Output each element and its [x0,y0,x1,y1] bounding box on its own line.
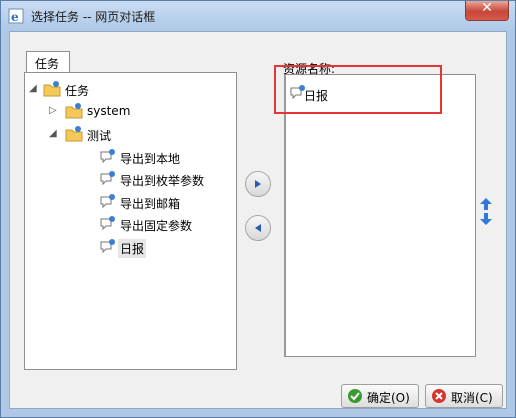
tab-label: 任务 [35,57,60,71]
folder-icon [65,103,83,119]
expanded-arrow-icon[interactable]: ◢ [29,84,39,94]
arrow-left-icon [255,224,261,232]
annotation-highlight-box [274,65,442,114]
arrow-up-icon [480,198,492,210]
arrow-right-icon [255,180,261,188]
add-to-resource-button[interactable] [245,171,271,197]
tree-node-label: system [87,104,131,118]
title-bar[interactable]: e 选择任务 -- 网页对话框 ✕ [1,0,515,31]
svg-text:e: e [11,10,19,24]
task-icon [100,149,115,164]
tree-node-label: 导出固定参数 [120,219,193,233]
folder-icon [43,81,61,97]
task-icon [100,216,115,231]
resource-list[interactable] [284,74,476,357]
tree-node-label: 导出到枚举参数 [120,174,205,188]
collapsed-arrow-icon[interactable]: ▷ [49,106,59,116]
folder-icon [65,126,83,142]
expanded-arrow-icon[interactable]: ◢ [49,129,59,139]
cancel-label: 取消(C) [451,391,493,405]
dialog-window: e 选择任务 -- 网页对话框 ✕ 任务 ◢ 任务 ▷ system ◢ 测试 … [0,0,516,418]
check-icon [348,389,362,403]
window-title: 选择任务 -- 网页对话框 [31,10,156,24]
tree-node-label: 任务 [65,84,90,98]
cancel-button[interactable]: 取消(C) [425,384,503,408]
tree-node-label: 导出到本地 [120,152,181,166]
close-icon: ✕ [481,0,493,16]
move-up-button[interactable] [480,198,494,212]
tab-tasks[interactable]: 任务 [26,51,70,73]
tree-node-label: 日报 [118,239,147,258]
cancel-icon [432,389,446,403]
remove-from-resource-button[interactable] [245,215,271,241]
arrow-down-icon [480,213,492,225]
move-down-button[interactable] [480,213,494,227]
ie-page-icon: e [8,8,24,24]
tree-node-label: 导出到邮箱 [120,197,181,211]
dialog-body: 任务 ◢ 任务 ▷ system ◢ 测试 导出到本地 导出到枚举参数 导出到邮… [9,31,507,409]
ok-label: 确定(O) [367,391,410,405]
ok-button[interactable]: 确定(O) [341,384,419,408]
tree-node-label: 测试 [87,129,112,143]
task-tree[interactable]: ◢ 任务 ▷ system ◢ 测试 导出到本地 导出到枚举参数 导出到邮箱 导… [24,72,237,370]
task-icon [100,239,115,254]
close-button[interactable]: ✕ [465,0,509,21]
task-icon [100,171,115,186]
task-icon [100,194,115,209]
